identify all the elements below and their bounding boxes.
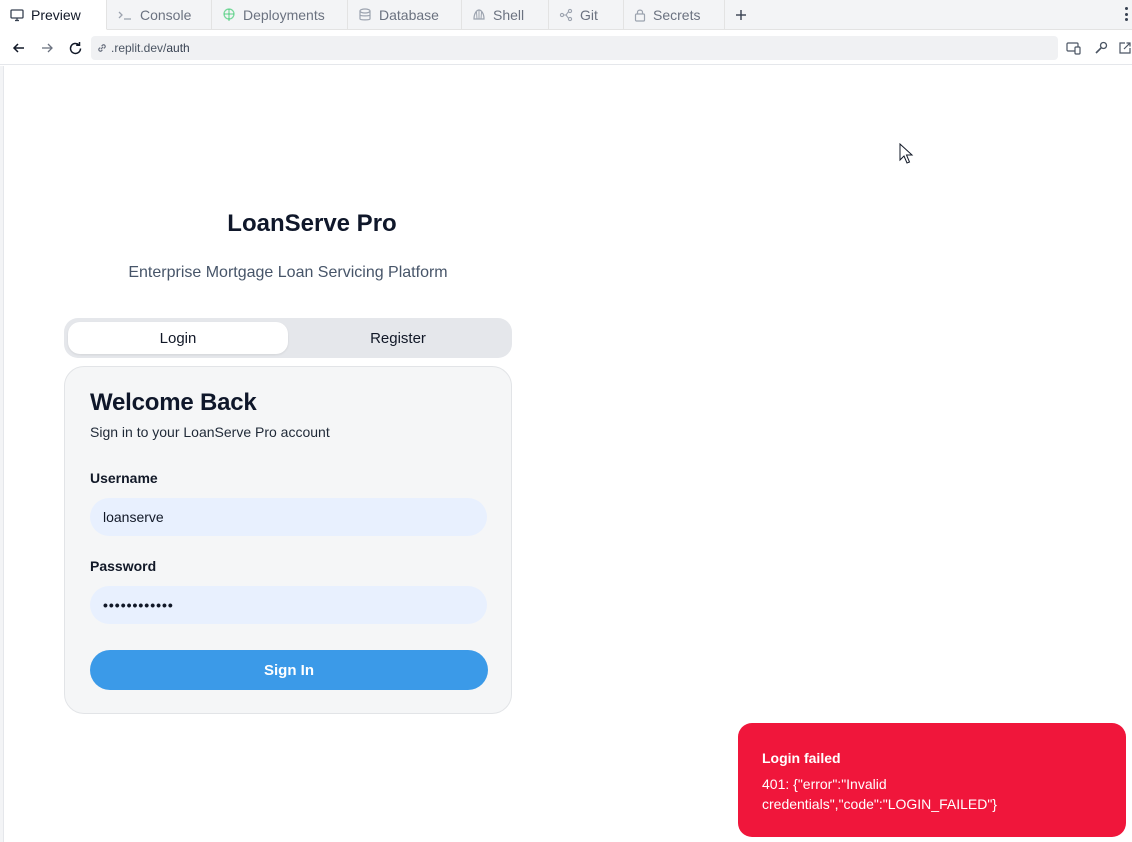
deployments-icon [223, 8, 235, 21]
devices-button[interactable] [1065, 39, 1083, 57]
pane-divider[interactable] [0, 66, 4, 842]
sign-in-button[interactable]: Sign In [90, 650, 488, 690]
external-link-icon [1119, 42, 1131, 54]
username-label: Username [90, 470, 158, 486]
plus-icon [736, 9, 746, 20]
tab-shell[interactable]: Shell [462, 0, 549, 30]
tab-login[interactable]: Login [68, 322, 288, 354]
add-tab-button[interactable] [725, 0, 757, 29]
tab-database[interactable]: Database [348, 0, 462, 30]
app-subtitle: Enterprise Mortgage Loan Servicing Platf… [128, 264, 448, 281]
tab-secrets[interactable]: Secrets [624, 0, 725, 30]
card-title: Welcome Back [90, 389, 257, 416]
preview-nav-bar: .replit.dev/auth [0, 31, 1132, 65]
devices-icon [1066, 42, 1081, 55]
open-new-tab-button[interactable] [1116, 39, 1132, 57]
devtools-button[interactable] [1092, 39, 1110, 57]
tab-label: Secrets [653, 7, 701, 23]
username-value: loanserve [103, 509, 164, 525]
wrench-icon [1095, 41, 1108, 54]
shell-icon [473, 9, 485, 20]
toast-title: Login failed [762, 750, 841, 766]
git-icon [559, 8, 573, 22]
monitor-icon [10, 8, 24, 21]
mouse-cursor-icon [899, 143, 914, 164]
tab-preview[interactable]: Preview [0, 0, 107, 30]
url-domain: .replit.dev/ [111, 41, 167, 55]
tab-git[interactable]: Git [549, 0, 624, 30]
tab-label: Shell [493, 7, 525, 23]
reload-icon [69, 41, 81, 54]
workspace-tab-bar: Preview Console Deployments Database She… [0, 0, 1132, 30]
arrow-right-icon [42, 43, 53, 53]
database-icon [359, 8, 371, 21]
reload-button[interactable] [66, 39, 84, 57]
arrow-left-icon [12, 43, 24, 53]
tab-label: Database [379, 7, 439, 23]
tab-label: Console [140, 7, 192, 23]
lock-icon [634, 9, 646, 22]
toast-message: 401: {"error":"Invalid credentials","cod… [762, 776, 997, 812]
tab-label: Deployments [243, 7, 325, 23]
card-description: Sign in to your LoanServe Pro account [90, 424, 330, 440]
error-toast: Login failed 401: {"error":"Invalid cred… [738, 723, 1126, 837]
tab-label: Git [580, 7, 598, 23]
url-path: auth [166, 41, 190, 55]
app-title: LoanServe Pro [227, 210, 397, 237]
terminal-icon [118, 11, 131, 20]
url-field[interactable]: .replit.dev/auth [91, 36, 1058, 60]
auth-mode-tabs: Login Register [64, 318, 512, 358]
tab-deployments[interactable]: Deployments [212, 0, 348, 30]
forward-button[interactable] [38, 39, 56, 57]
password-field[interactable]: •••••••••••• [90, 586, 487, 624]
tab-console[interactable]: Console [107, 0, 212, 30]
back-button[interactable] [10, 39, 28, 57]
link-icon [98, 44, 106, 52]
tab-label: Preview [31, 6, 81, 23]
tab-register[interactable]: Register [288, 322, 508, 354]
login-card: Welcome Back Sign in to your LoanServe P… [64, 366, 512, 714]
username-field[interactable]: loanserve [90, 498, 487, 536]
password-label: Password [90, 558, 157, 574]
more-options-icon[interactable] [1122, 5, 1130, 23]
password-mask: •••••••••••• [103, 597, 174, 613]
